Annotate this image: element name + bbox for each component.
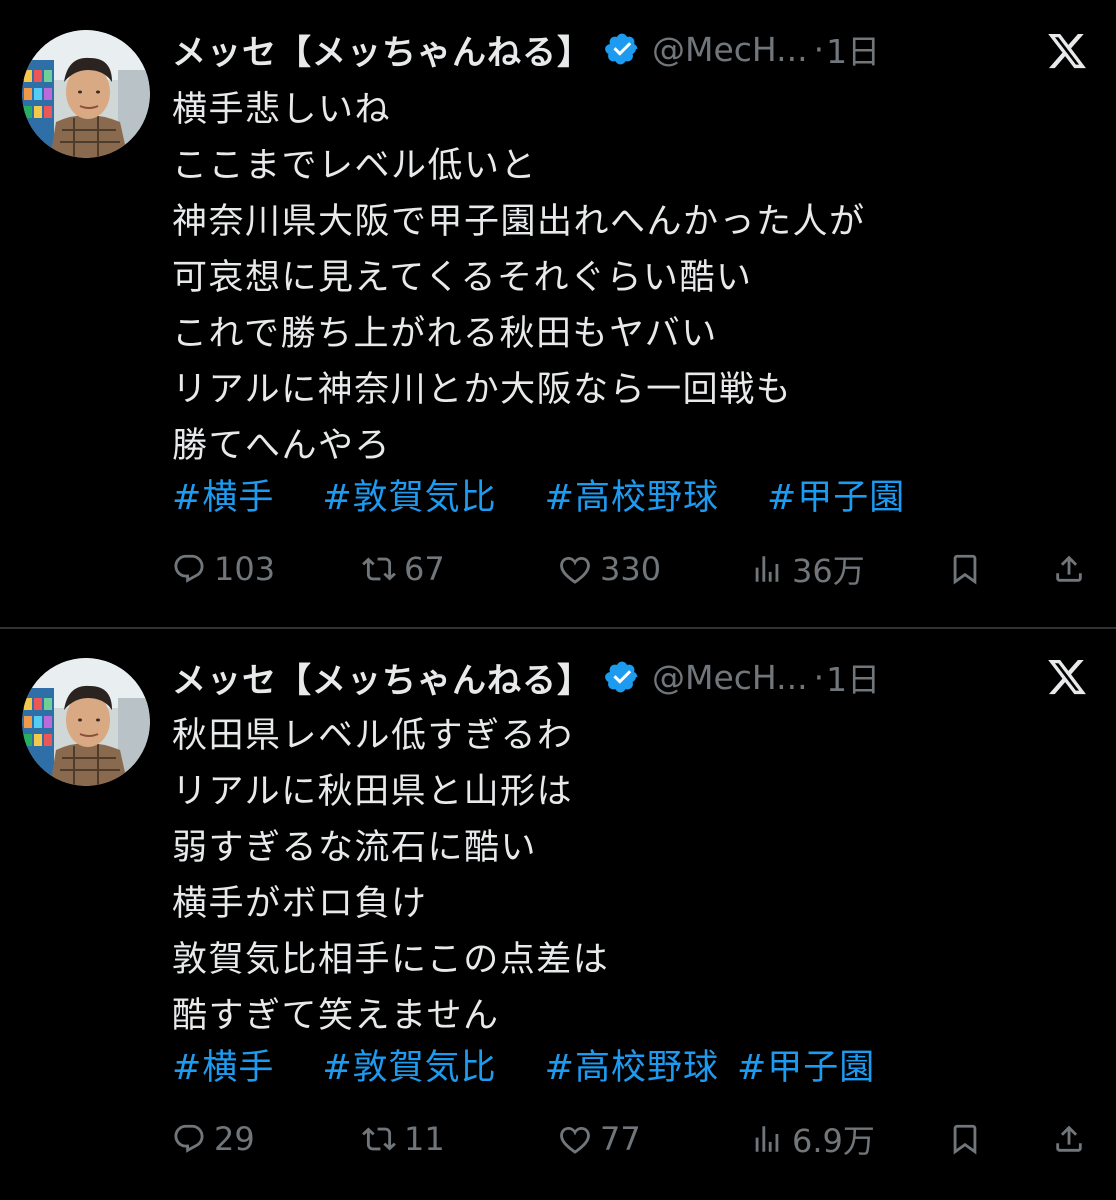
bookmark-icon: [948, 552, 982, 586]
display-name[interactable]: メッセ【メッちゃんねる】: [172, 653, 592, 702]
reply-count: 29: [214, 1120, 255, 1158]
hashtag-row: #横手 #敦賀気比 #高校野球 #甲子園: [172, 1040, 875, 1096]
tweet-text-line: 神奈川県大阪で甲子園出れへんかった人が: [172, 202, 866, 242]
hashtag-link[interactable]: #敦賀気比: [322, 1040, 496, 1096]
hashtag-link[interactable]: #横手: [172, 470, 274, 526]
bookmark-button[interactable]: [948, 1114, 982, 1164]
tweet[interactable]: メッセ【メッちゃんねる】 @MecH... · 1日 横手悲しいね ここまでレベ…: [0, 0, 1116, 628]
share-button[interactable]: [1052, 1114, 1086, 1164]
heart-icon: [558, 552, 592, 586]
share-button[interactable]: [1052, 544, 1086, 594]
reply-button[interactable]: 103: [172, 544, 275, 594]
action-bar: 103 67 330 36万: [172, 544, 1092, 594]
views-button[interactable]: 6.9万: [750, 1114, 875, 1164]
like-count: 77: [600, 1120, 641, 1158]
reply-count: 103: [214, 550, 276, 588]
user-handle[interactable]: @MecH...: [652, 30, 808, 69]
tweet-text-line: 弱すぎるな流石に酷い: [172, 828, 538, 868]
tweet-text-line: リアルに神奈川とか大阪なら一回戦も: [172, 370, 793, 410]
display-name[interactable]: メッセ【メッちゃんねる】: [172, 25, 592, 74]
tweet-text-line: リアルに秋田県と山形は: [172, 772, 574, 812]
tweet-text-line: 秋田県レベル低すぎるわ: [172, 716, 574, 756]
tweet-text-line: ここまでレベル低いと: [172, 146, 538, 186]
speech-bubble-icon: [172, 552, 206, 586]
x-logo-icon[interactable]: [1046, 656, 1088, 698]
timestamp[interactable]: 1日: [826, 25, 880, 73]
speech-bubble-icon: [172, 1122, 206, 1156]
hashtag-link[interactable]: #高校野球: [545, 1040, 719, 1096]
reply-button[interactable]: 29: [172, 1114, 255, 1164]
bar-chart-icon: [750, 1122, 784, 1156]
retweet-arrows-icon: [362, 1122, 396, 1156]
verified-badge-icon: [604, 659, 640, 695]
tweet-text-line: これで勝ち上がれる秋田もヤバい: [172, 314, 718, 354]
separator-dot: ·: [813, 29, 825, 69]
heart-icon: [558, 1122, 592, 1156]
avatar[interactable]: [22, 658, 150, 786]
hashtag-link[interactable]: #甲子園: [767, 470, 905, 526]
action-bar: 29 11 77 6.9万: [172, 1114, 1092, 1164]
tweet-text: 秋田県レベル低すぎるわ リアルに秋田県と山形は 弱すぎるな流石に酷い 横手がボロ…: [172, 708, 1072, 1044]
tweet-text-line: 酷すぎて笑えません: [172, 996, 500, 1036]
retweet-button[interactable]: 67: [362, 544, 445, 594]
tweet-text-line: 可哀想に見えてくるそれぐらい酷い: [172, 258, 753, 298]
verified-badge-icon: [604, 31, 640, 67]
user-handle[interactable]: @MecH...: [652, 658, 808, 697]
tweet-divider: [0, 627, 1116, 629]
x-logo-icon[interactable]: [1046, 30, 1088, 72]
share-upload-icon: [1052, 552, 1086, 586]
hashtag-link[interactable]: #敦賀気比: [322, 470, 496, 526]
separator-dot: ·: [813, 657, 825, 697]
bookmark-button[interactable]: [948, 544, 982, 594]
bookmark-icon: [948, 1122, 982, 1156]
timestamp[interactable]: 1日: [826, 653, 880, 701]
tweet[interactable]: メッセ【メッちゃんねる】 @MecH... · 1日 秋田県レベル低すぎるわ リ…: [0, 630, 1116, 1200]
retweet-count: 11: [404, 1120, 445, 1158]
tweet-header: メッセ【メッちゃんねる】 @MecH... · 1日: [172, 652, 880, 702]
retweet-arrows-icon: [362, 552, 396, 586]
share-upload-icon: [1052, 1122, 1086, 1156]
retweet-count: 67: [404, 550, 445, 588]
views-button[interactable]: 36万: [750, 544, 865, 594]
views-count: 36万: [792, 552, 865, 590]
tweet-text-line: 横手がボロ負け: [172, 884, 428, 924]
like-count: 330: [600, 550, 662, 588]
avatar[interactable]: [22, 30, 150, 158]
tweet-text-line: 敦賀気比相手にこの点差は: [172, 940, 610, 980]
bar-chart-icon: [750, 552, 784, 586]
views-count: 6.9万: [792, 1122, 875, 1160]
tweet-text-line: 勝てへんやろ: [172, 426, 392, 466]
hashtag-link[interactable]: #高校野球: [545, 470, 719, 526]
tweet-text: 横手悲しいね ここまでレベル低いと 神奈川県大阪で甲子園出れへんかった人が 可哀…: [172, 82, 1072, 474]
like-button[interactable]: 77: [558, 1114, 641, 1164]
hashtag-link[interactable]: #横手: [172, 1040, 274, 1096]
tweet-text-line: 横手悲しいね: [172, 90, 392, 130]
retweet-button[interactable]: 11: [362, 1114, 445, 1164]
hashtag-row: #横手 #敦賀気比 #高校野球 #甲子園: [172, 470, 905, 526]
tweet-header: メッセ【メッちゃんねる】 @MecH... · 1日: [172, 24, 880, 74]
hashtag-link[interactable]: #甲子園: [737, 1040, 875, 1096]
like-button[interactable]: 330: [558, 544, 661, 594]
